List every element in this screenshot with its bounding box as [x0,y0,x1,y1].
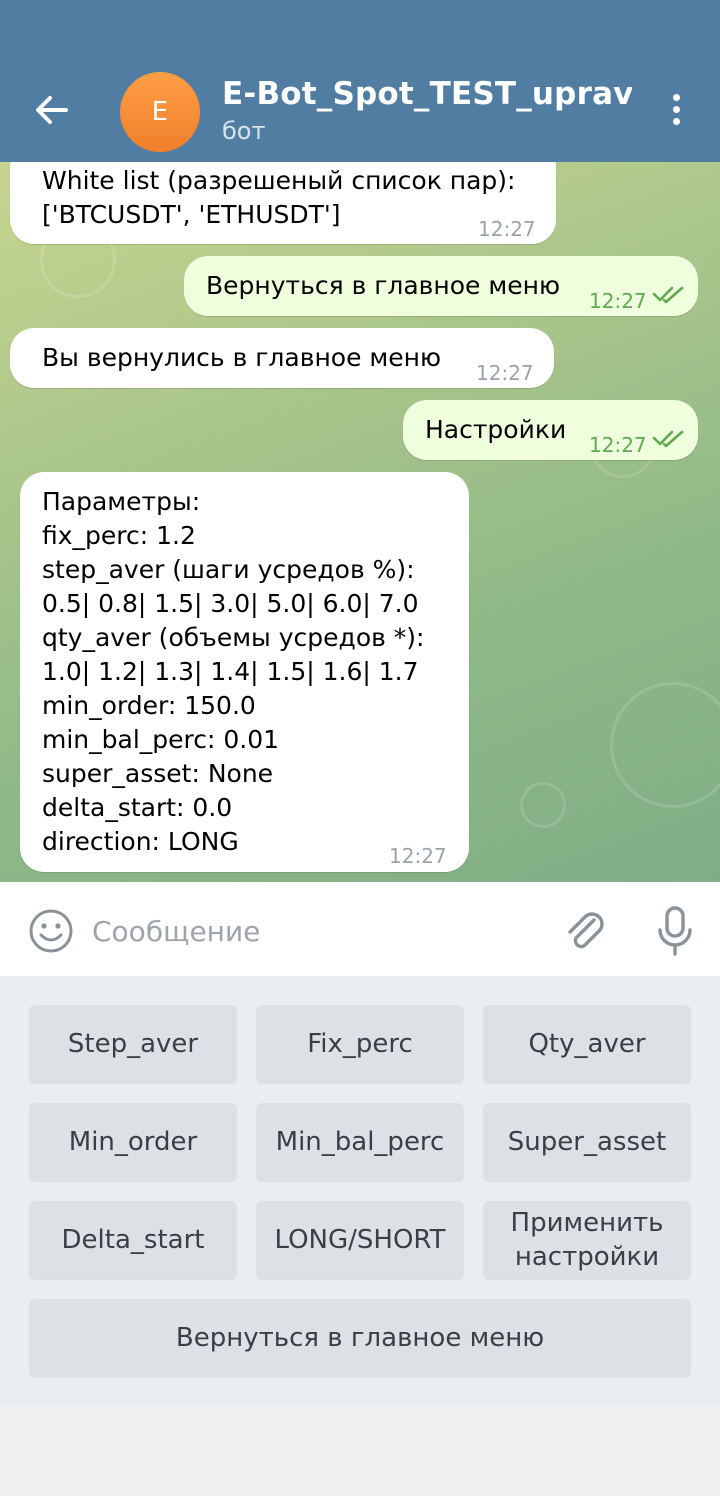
message-text: Вернуться в главное меню [206,271,561,300]
message-time: 12:27 [589,289,647,313]
message-input[interactable] [92,908,532,954]
chat-status: бот [222,117,266,145]
message-bubble[interactable]: Вы вернулись в главное меню 12:27 [10,328,554,388]
message-bubble[interactable]: Настройки 12:27 [403,400,698,460]
message-text: Вы вернулись в главное меню [42,343,442,372]
super-asset-button[interactable]: Super_asset [483,1103,691,1181]
chat-header: E E-Bot_Spot_TEST_uprav_bot бот [0,0,720,162]
avatar[interactable]: E [120,72,200,152]
smile-icon[interactable] [28,908,74,954]
apply-settings-button[interactable]: Применить настройки [483,1201,691,1279]
more-menu-icon[interactable] [662,90,690,130]
qty-aver-button[interactable]: Qty_aver [483,1005,691,1083]
message-text: White list (разрешеный список пар): ['BT… [42,166,516,229]
min-bal-perc-button[interactable]: Min_bal_perc [256,1103,464,1181]
message-time: 12:27 [589,433,647,457]
double-check-icon [652,286,684,304]
bottom-padding [0,1406,720,1496]
delta-start-button[interactable]: Delta_start [29,1201,237,1279]
fix-perc-button[interactable]: Fix_perc [256,1005,464,1083]
paperclip-icon[interactable] [560,906,610,956]
long-short-button[interactable]: LONG/SHORT [256,1201,464,1279]
message-time: 12:27 [389,844,447,868]
double-check-icon [652,430,684,448]
chat-title[interactable]: E-Bot_Spot_TEST_uprav_bot [222,76,632,112]
message-text: Настройки [425,415,567,444]
message-time: 12:27 [478,217,536,241]
chat-history[interactable]: White list (разрешеный список пар): ['BT… [0,162,720,882]
message-text: Параметры: fix_perc: 1.2 step_aver (шаги… [42,487,425,856]
microphone-icon[interactable] [652,904,698,958]
bot-keyboard: Step_aver Fix_perc Qty_aver Min_order Mi… [0,976,720,1406]
message-bubble[interactable]: Параметры: fix_perc: 1.2 step_aver (шаги… [20,472,469,872]
message-bubble[interactable]: White list (разрешеный список пар): ['BT… [10,162,556,244]
back-to-main-menu-button[interactable]: Вернуться в главное меню [29,1299,691,1377]
min-order-button[interactable]: Min_order [29,1103,237,1181]
back-arrow-icon[interactable] [30,88,74,132]
message-time: 12:27 [476,361,534,385]
step-aver-button[interactable]: Step_aver [29,1005,237,1083]
message-bubble[interactable]: Вернуться в главное меню 12:27 [184,256,698,316]
